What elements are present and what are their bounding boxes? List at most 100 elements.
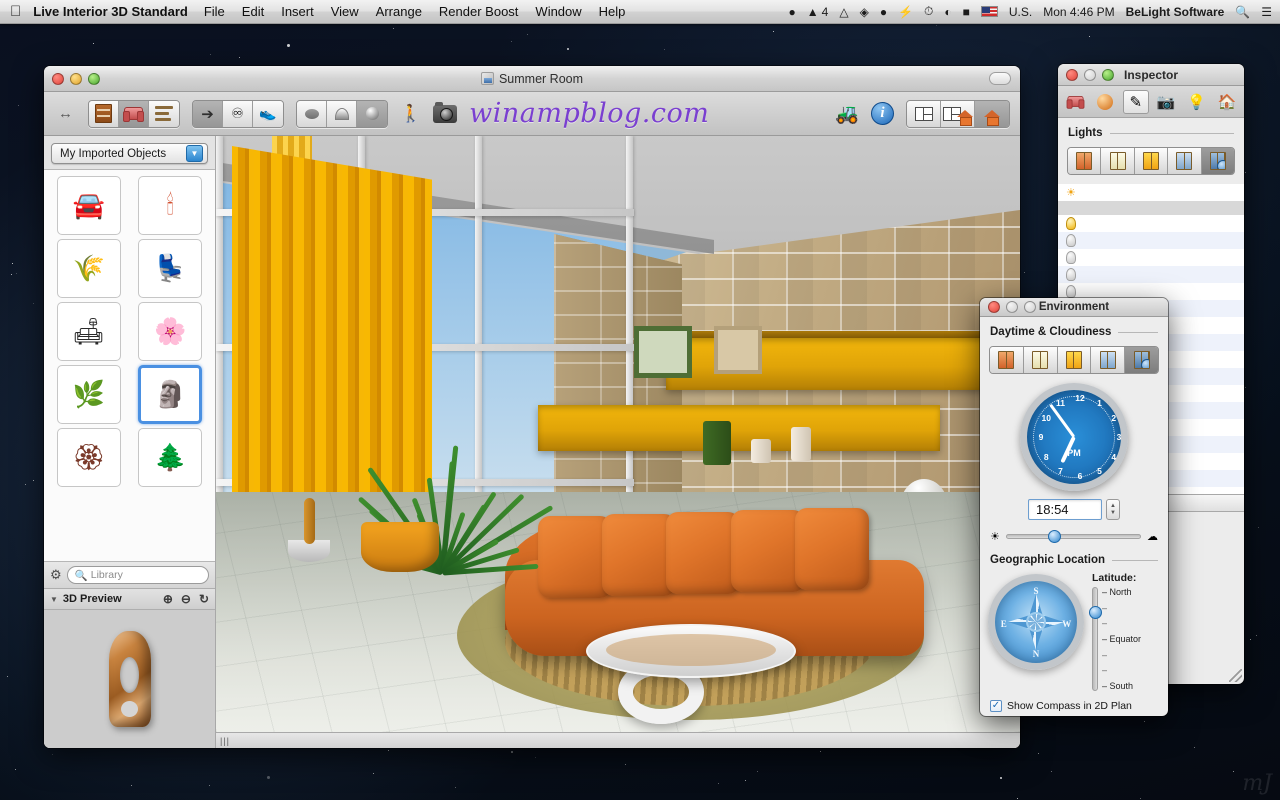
light-list-item[interactable] <box>1058 232 1244 249</box>
auto-time-window-icon[interactable] <box>1125 347 1158 373</box>
inspector-titlebar[interactable]: Inspector <box>1058 64 1244 86</box>
tree-icon[interactable]: 🌲 <box>138 428 203 487</box>
zoom-button[interactable] <box>1024 301 1036 313</box>
search-icon[interactable]: 🔍 <box>1235 5 1250 19</box>
gear-icon[interactable]: ⚙ <box>50 567 62 583</box>
flat-shading-icon[interactable] <box>297 100 327 127</box>
bulb-icon[interactable] <box>1066 217 1076 230</box>
light-list-item[interactable] <box>1058 266 1244 283</box>
night-window-icon[interactable] <box>1168 148 1202 174</box>
3d-preview-pane[interactable] <box>44 610 215 748</box>
menu-help[interactable]: Help <box>599 4 626 19</box>
bulb-icon[interactable] <box>1066 268 1076 281</box>
orbit-icon[interactable]: ♾ <box>223 100 253 127</box>
forklift-icon[interactable]: 🚜 <box>835 102 859 126</box>
cloudiness-slider[interactable] <box>1005 530 1141 543</box>
grass-flower-icon[interactable]: 🌾 <box>56 239 121 298</box>
collection-popup-button[interactable]: My Imported Objects ▼ <box>51 143 208 164</box>
minimize-button[interactable] <box>1006 301 1018 313</box>
building-icon[interactable]: 🏠 <box>1214 90 1240 114</box>
compass-control[interactable]: S W N E <box>988 574 1084 670</box>
disclosure-triangle-icon[interactable]: ▼ <box>50 595 58 604</box>
sofa-icon[interactable]: 🛋 <box>56 302 121 361</box>
bulb-icon[interactable] <box>1066 251 1076 264</box>
material-icon[interactable] <box>1092 90 1118 114</box>
adobe-icon[interactable]: ▲ 4 <box>807 5 829 19</box>
3d-viewport[interactable]: ||| <box>216 136 1020 748</box>
library-object-cell[interactable]: 💺 <box>130 239 212 300</box>
menu-render-boost[interactable]: Render Boost <box>439 4 519 19</box>
apple-icon[interactable]:  <box>10 4 21 19</box>
rotate-icon[interactable]: ↻ <box>199 592 209 606</box>
light-list-item[interactable] <box>1058 249 1244 266</box>
list-icon[interactable] <box>149 100 179 127</box>
latitude-slider[interactable] <box>1089 587 1102 691</box>
camera-icon[interactable]: 📷 <box>1153 90 1179 114</box>
menu-edit[interactable]: Edit <box>242 4 264 19</box>
menu-user-name[interactable]: BeLight Software <box>1126 5 1225 19</box>
chevron-down-icon[interactable]: ▼ <box>186 145 203 162</box>
bush-icon[interactable]: 🌿 <box>56 365 121 424</box>
battery-icon[interactable]: ■ <box>963 5 970 19</box>
info-icon[interactable]: i <box>871 102 894 125</box>
camera-icon[interactable] <box>433 101 458 123</box>
walk-person-icon[interactable]: 🚶 <box>400 104 421 124</box>
zoom-button[interactable] <box>1102 68 1114 81</box>
time-of-day-clock[interactable]: PM 12 1 2 3 4 5 6 7 8 9 10 11 <box>1020 383 1128 491</box>
library-object-cell[interactable]: 🌸 <box>130 302 212 363</box>
object-icon[interactable] <box>1062 90 1088 114</box>
light-list-item[interactable] <box>1058 215 1244 232</box>
day-window-icon[interactable] <box>1023 347 1058 373</box>
navigation-arrows-icon[interactable]: ↔ <box>54 105 76 122</box>
dawn-window-icon[interactable] <box>990 347 1024 373</box>
time-stepper[interactable]: ▲ ▼ <box>1106 499 1120 520</box>
smooth-shading-icon[interactable] <box>327 100 357 127</box>
car-icon[interactable]: 🚘 <box>56 176 121 235</box>
noon-window-icon[interactable] <box>1057 347 1092 373</box>
environment-titlebar[interactable]: Environment <box>980 298 1168 317</box>
wifi-icon[interactable]: ◐ <box>944 5 951 19</box>
arrow-cursor-icon[interactable]: ➔ <box>193 100 223 127</box>
3d-view-icon[interactable] <box>975 100 1009 127</box>
menu-view[interactable]: View <box>331 4 359 19</box>
bookcase-icon[interactable] <box>89 100 119 127</box>
sofa-icon[interactable] <box>119 100 149 127</box>
input-source-flag-icon[interactable] <box>980 6 998 17</box>
library-object-cell[interactable]: 🌲 <box>130 428 212 489</box>
night-window-icon[interactable] <box>1091 347 1126 373</box>
menu-arrange[interactable]: Arrange <box>376 4 422 19</box>
show-compass-row[interactable]: ✓ Show Compass in 2D Plan <box>980 691 1168 712</box>
minimize-button[interactable] <box>1084 68 1096 81</box>
menu-clock[interactable]: Mon 4:46 PM <box>1043 5 1114 19</box>
library-object-cell[interactable]: 🚘 <box>48 176 130 237</box>
light-list-item[interactable]: ☀ <box>1058 184 1244 201</box>
show-compass-checkbox[interactable]: ✓ <box>990 700 1002 712</box>
latitude-slider-knob[interactable] <box>1089 606 1102 620</box>
zoom-in-icon[interactable]: ⊕ <box>163 592 173 606</box>
bulb-icon[interactable] <box>1066 234 1076 247</box>
search-input[interactable]: 🔍 Library <box>66 566 209 584</box>
toolbar-toggle-button[interactable] <box>989 72 1011 85</box>
library-object-cell[interactable]: 🌾 <box>48 239 130 300</box>
dropbox-icon[interactable]: ◈ <box>860 5 869 19</box>
cloudiness-slider-knob[interactable] <box>1048 530 1062 543</box>
statue-icon[interactable]: 🗿 <box>138 365 203 424</box>
google-drive-icon[interactable]: △ <box>839 5 848 19</box>
library-object-cell[interactable]: 🗿 <box>130 365 212 426</box>
library-object-cell[interactable]: 🌿 <box>48 365 130 426</box>
droplet-icon[interactable]: ● <box>880 5 887 19</box>
notification-center-icon[interactable]: ☰ <box>1261 5 1272 19</box>
close-button[interactable] <box>1066 68 1078 81</box>
input-source-label[interactable]: U.S. <box>1009 5 1032 19</box>
library-object-cell[interactable]: 🏵 <box>48 428 130 489</box>
close-button[interactable] <box>988 301 1000 313</box>
document-proxy-icon[interactable] <box>480 72 494 85</box>
vase-icon[interactable]: 🏵 <box>56 428 121 487</box>
auto-time-window-icon[interactable] <box>1201 148 1234 174</box>
glossy-shading-icon[interactable] <box>357 100 387 127</box>
walk-feet-icon[interactable]: 👟 <box>253 100 283 127</box>
day-window-icon[interactable] <box>1101 148 1135 174</box>
2d-plan-icon[interactable] <box>907 100 941 127</box>
library-object-cell[interactable]: 🛋 <box>48 302 130 363</box>
light-icon[interactable]: 💡 <box>1183 90 1209 114</box>
